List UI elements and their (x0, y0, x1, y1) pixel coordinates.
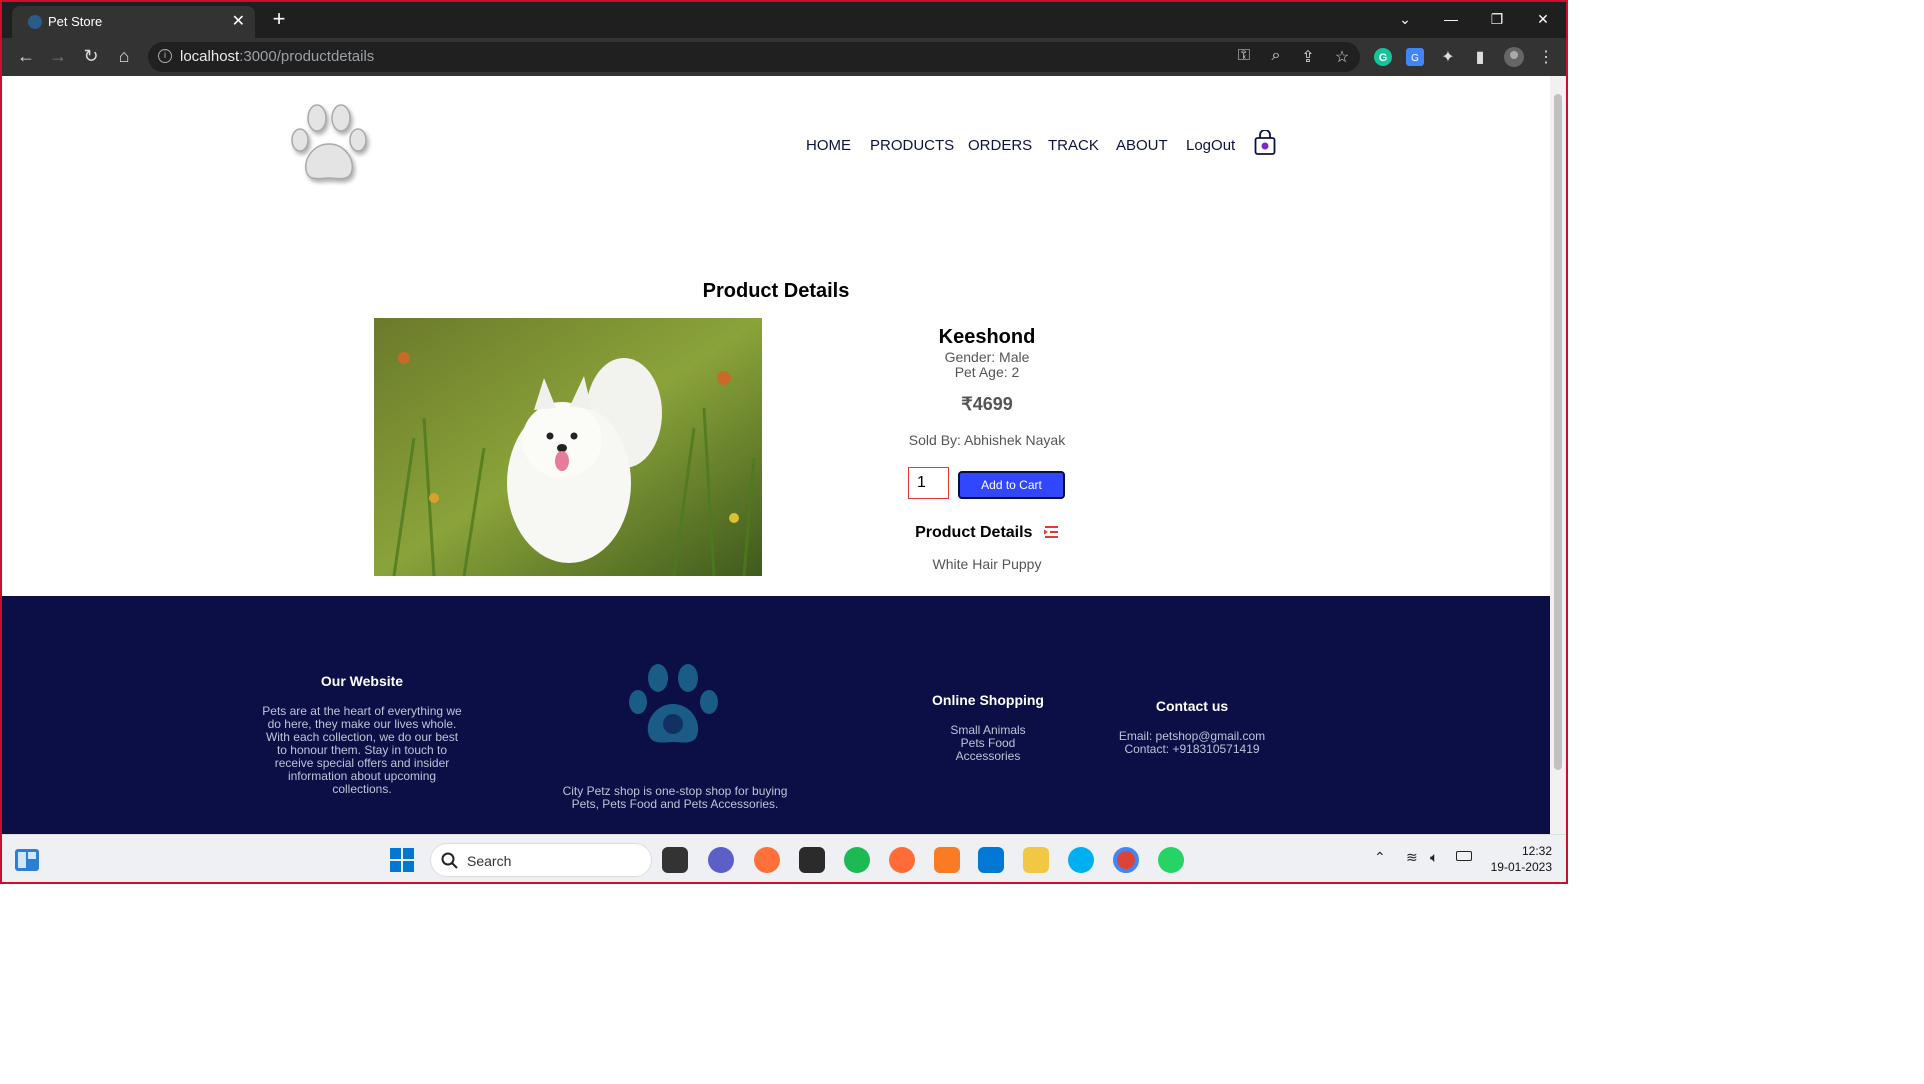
footer: Our Website Pets are at the heart of eve… (2, 596, 1550, 834)
xampp-icon[interactable] (934, 847, 960, 873)
spotify-icon[interactable] (844, 847, 870, 873)
shopping-bag-icon[interactable] (1254, 130, 1276, 156)
clock-time: 12:32 (1521, 844, 1552, 858)
bookmark-star-icon[interactable]: ☆ (1332, 47, 1352, 67)
reload-icon[interactable]: ↻ (79, 46, 103, 67)
battery-icon[interactable] (1456, 851, 1472, 861)
url-text: localhost:3000/productdetails (180, 48, 375, 65)
tab-search-icon[interactable]: ⌄ (1382, 2, 1428, 38)
nav-about[interactable]: ABOUT (1116, 137, 1168, 154)
nav-track[interactable]: TRACK (1048, 137, 1099, 154)
firefox-icon[interactable] (754, 847, 780, 873)
tab-title: Pet Store (48, 14, 103, 29)
chat-icon[interactable] (708, 847, 734, 873)
product-age: Pet Age: 2 (954, 364, 1020, 380)
widgets-icon[interactable] (14, 848, 40, 872)
seller-name: Sold By: Abhishek Nayak (908, 432, 1066, 448)
back-icon[interactable]: ← (14, 46, 38, 67)
search-icon (441, 852, 458, 869)
grammarly-icon[interactable]: G (1374, 48, 1392, 66)
search-label: Search (467, 853, 512, 869)
footer-website-title: Our Website (320, 673, 404, 689)
list-indent-icon (1043, 526, 1058, 538)
taskbar-clock[interactable]: 12:32 19-01-2023 (1491, 843, 1552, 875)
page-scrollbar[interactable] (1550, 76, 1566, 834)
terminal-icon[interactable] (799, 847, 825, 873)
postman-icon[interactable] (889, 847, 915, 873)
minimize-icon[interactable]: — (1428, 2, 1474, 38)
nav-logout[interactable]: LogOut (1186, 137, 1235, 154)
product-gender: Gender: Male (944, 349, 1030, 365)
site-info-icon[interactable]: i (158, 49, 172, 63)
footer-tagline: City Petz shop is one-stop shop for buyi… (562, 784, 788, 811)
browser-tab[interactable]: Pet Store ✕ (12, 6, 255, 38)
tab-close-icon[interactable]: ✕ (232, 11, 245, 31)
translate-icon[interactable]: G (1406, 48, 1424, 66)
tray-chevron-icon[interactable]: ⌃ (1374, 849, 1386, 866)
start-icon[interactable] (390, 848, 414, 872)
quantity-input[interactable] (908, 467, 949, 499)
close-window-icon[interactable]: ✕ (1520, 2, 1566, 38)
restore-icon[interactable]: ❐ (1474, 2, 1520, 38)
svg-text:G: G (1379, 52, 1388, 64)
footer-contact-phone: Contact: +918310571419 (1124, 742, 1260, 756)
product-price: ₹4699 (961, 394, 1013, 414)
address-bar[interactable]: i localhost:3000/productdetails ⚿ ⌕ ⇪ ☆ (148, 42, 1360, 72)
favicon-icon (28, 15, 42, 29)
browser-titlebar: Pet Store ✕ + ⌄ — ❐ ✕ (2, 2, 1566, 38)
file-explorer-icon[interactable] (1023, 847, 1049, 873)
profile-avatar[interactable] (1504, 47, 1524, 67)
clock-date: 19-01-2023 (1490, 860, 1552, 874)
share-icon[interactable]: ⇪ (1298, 47, 1318, 67)
browser-toolbar: ← → ↻ ⌂ i localhost:3000/productdetails … (2, 38, 1566, 76)
forward-icon[interactable]: → (46, 46, 70, 67)
chrome-icon[interactable] (1113, 847, 1139, 873)
scrollbar-thumb[interactable] (1554, 94, 1562, 770)
new-tab-button[interactable]: + (266, 7, 292, 33)
nav-home[interactable]: HOME (806, 137, 851, 154)
details-text: White Hair Puppy (932, 556, 1042, 572)
footer-paw-logo-icon (629, 664, 718, 743)
product-name: Keeshond (938, 326, 1036, 348)
menu-kebab-icon[interactable]: ⋮ (1536, 47, 1556, 67)
product-image (374, 318, 762, 576)
footer-contact-title: Contact us (1155, 698, 1229, 714)
wifi-icon[interactable]: ≋ (1406, 849, 1418, 866)
details-heading-label: Product Details (915, 524, 1033, 541)
footer-website-text: Pets are at the heart of everything we d… (262, 704, 462, 796)
side-panel-icon[interactable]: ▮ (1470, 47, 1490, 67)
nav-products[interactable]: PRODUCTS (870, 137, 954, 154)
svg-text:G: G (1411, 53, 1419, 64)
footer-link-accessories[interactable]: Accessories (902, 750, 1074, 763)
nav-orders[interactable]: ORDERS (968, 137, 1032, 154)
volume-icon[interactable]: 🔈︎ (1430, 849, 1438, 866)
screen: Pet Store ✕ + ⌄ — ❐ ✕ ← → ↻ ⌂ i localhos… (0, 0, 1568, 884)
add-to-cart-button[interactable]: Add to Cart (958, 471, 1065, 499)
footer-shopping-title: Online Shopping (932, 692, 1044, 708)
details-heading: Product Details (862, 524, 1112, 542)
taskbar-search[interactable]: Search (430, 843, 652, 877)
task-view-icon[interactable] (662, 847, 688, 873)
page-viewport: HOME PRODUCTS ORDERS TRACK ABOUT LogOut … (2, 76, 1550, 834)
skype-icon[interactable] (1068, 847, 1094, 873)
key-icon[interactable]: ⚿ (1234, 47, 1254, 65)
whatsapp-icon[interactable] (1158, 847, 1184, 873)
vscode-icon[interactable] (978, 847, 1004, 873)
page-title: Product Details (702, 280, 850, 302)
windows-taskbar: Search ⌃ ≋ 🔈︎ 12:32 19-01-2023 (2, 834, 1566, 882)
zoom-icon[interactable]: ⌕ (1266, 47, 1286, 65)
extensions-icon[interactable]: ✦ (1438, 47, 1458, 67)
home-icon[interactable]: ⌂ (112, 46, 136, 67)
paw-logo-icon[interactable] (286, 100, 376, 190)
